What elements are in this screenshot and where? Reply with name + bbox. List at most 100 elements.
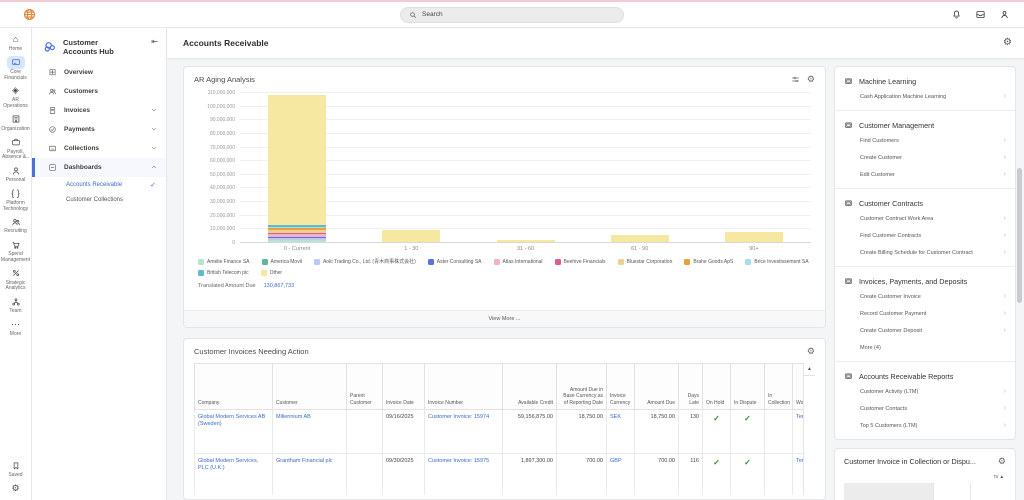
- task-link-create-billing-schedule-for-customer-contract[interactable]: Create Billing Schedule for Customer Con…: [844, 244, 1006, 261]
- task-link-find-customer-contracts[interactable]: Find Customer Contracts ›: [844, 227, 1006, 244]
- rail-item-home[interactable]: ⌂ Home: [0, 33, 31, 53]
- legend-item-beehive-financials[interactable]: Beehive Financials: [554, 258, 606, 265]
- segment-other[interactable]: [610, 234, 669, 242]
- column-header-in-dispute[interactable]: In Dispute: [730, 363, 765, 410]
- bottom-card-title: Customer Invoice in Collection or Dispu.…: [844, 457, 976, 466]
- legend-item-bluestar-corporation[interactable]: Bluestar Corporation: [617, 258, 672, 265]
- rail-item-organization[interactable]: Organization: [0, 113, 31, 133]
- segment-other[interactable]: [496, 240, 555, 242]
- column-header-invoice-date[interactable]: Invoice Date: [382, 363, 425, 410]
- cell-amount-due-in-base-c: 18,750.00: [556, 409, 607, 454]
- search-input[interactable]: Search: [400, 6, 624, 23]
- column-header-on-hold[interactable]: On Hold: [702, 363, 731, 410]
- viewport-scrollbar[interactable]: [1017, 28, 1023, 500]
- legend-item-aster-consulting-sa[interactable]: Aster Consulting SA: [427, 258, 482, 265]
- rail-item-ar-operations[interactable]: ◈ AR Operations: [0, 84, 31, 110]
- segment-am-lie-finance-sa[interactable]: [268, 240, 327, 242]
- sidebar-item-customers[interactable]: Customers: [32, 82, 166, 101]
- sidebar-item-overview[interactable]: ⊞ Overview: [32, 63, 166, 82]
- mini-table-sort-header[interactable]: To ▲: [994, 474, 1004, 479]
- task-link-find-customers[interactable]: Find Customers ›: [844, 132, 1006, 149]
- cell-link[interactable]: SEK: [610, 414, 621, 420]
- rail-item-payroll-absence[interactable]: Payroll, Absence &..: [0, 136, 31, 162]
- table-settings-gear-icon[interactable]: ⚙: [807, 347, 815, 356]
- task-monitor-icon: [844, 277, 853, 286]
- task-link-record-customer-payment[interactable]: Record Customer Payment ›: [844, 305, 1006, 322]
- inbox-icon[interactable]: [975, 9, 986, 20]
- bottom-card-gear-icon[interactable]: ⚙: [998, 457, 1006, 466]
- sidebar-item-payments[interactable]: Payments: [32, 120, 166, 139]
- column-header-available-credit[interactable]: Available Credit: [502, 363, 557, 410]
- sidebar-item-invoices[interactable]: Invoices: [32, 101, 166, 120]
- profile-icon[interactable]: [999, 9, 1010, 20]
- cell-link[interactable]: Customer Invoice: 15974: [428, 414, 489, 420]
- chart-settings-gear-icon[interactable]: ⚙: [807, 75, 815, 84]
- sidebar-subitem-accounts-receivable[interactable]: Accounts Receivable ✓: [32, 177, 166, 193]
- task-link-create-customer-invoice[interactable]: Create Customer Invoice ›: [844, 288, 1006, 305]
- legend-item-am-lie-finance-sa[interactable]: Amélie Finance SA: [198, 258, 250, 265]
- legend-item-other[interactable]: Other: [260, 270, 282, 276]
- rail-item-personal[interactable]: Personal: [0, 164, 31, 184]
- bar-0-current[interactable]: [268, 94, 327, 242]
- legend-item-british-telecom-plc[interactable]: British Telecom plc: [198, 270, 249, 276]
- task-link-customer-activity-ltm[interactable]: Customer Activity (LTM) ›: [844, 383, 1006, 400]
- collapse-sidebar-icon[interactable]: ⇤: [151, 38, 158, 46]
- task-link-cash-application-machine-learning[interactable]: Cash Application Machine Learning ›: [844, 88, 1006, 105]
- segment-other[interactable]: [382, 229, 441, 242]
- chart-filter-sliders-icon[interactable]: [791, 75, 800, 84]
- column-header-invoice-number[interactable]: Invoice Number: [424, 363, 503, 410]
- scrollbar-thumb[interactable]: [1017, 168, 1022, 303]
- column-header-invoice-currency[interactable]: Invoice Currency: [606, 363, 635, 410]
- task-link-edit-customer[interactable]: Edit Customer ›: [844, 166, 1006, 183]
- bar-1-30[interactable]: [382, 229, 441, 242]
- rail-item-saved[interactable]: Saved: [0, 459, 31, 479]
- view-more-button[interactable]: View More ...: [184, 310, 825, 327]
- translated-amount-due-value[interactable]: 130,867,733: [264, 283, 295, 289]
- rail-item-gear[interactable]: ⚙: [0, 482, 31, 495]
- rail-item-team[interactable]: Team: [0, 295, 31, 315]
- rail-item-core-financials[interactable]: Core Financials: [0, 55, 31, 82]
- rail-item-platform-technology[interactable]: { } Platform Technology: [0, 187, 31, 213]
- rail-item-more[interactable]: ⋯ More: [0, 318, 31, 338]
- column-header-amount-due[interactable]: Amount Due: [634, 363, 679, 410]
- task-link-top-5-customers-ltm[interactable]: Top 5 Customers (LTM) ›: [844, 417, 1006, 434]
- cell-link[interactable]: Millennium AB: [276, 414, 311, 420]
- bar-61-90[interactable]: [610, 234, 669, 242]
- legend-item-atlas-international[interactable]: Atlas International: [493, 258, 543, 265]
- column-header-customer[interactable]: Customer: [272, 363, 347, 410]
- rail-item-recruiting[interactable]: Recruiting: [0, 215, 31, 235]
- cell-link[interactable]: Customer Invoice: 15975: [428, 458, 489, 464]
- legend-item-brahe-goods-aps[interactable]: Brahe Goods ApS: [684, 258, 733, 265]
- column-header-in-collection[interactable]: In Collection: [764, 363, 793, 410]
- task-link-create-customer-deposit[interactable]: Create Customer Deposit ›: [844, 322, 1006, 339]
- table-scrollbar[interactable]: ▲: [803, 363, 815, 495]
- column-header-company[interactable]: Company: [194, 363, 273, 410]
- task-link-create-customer[interactable]: Create Customer ›: [844, 149, 1006, 166]
- column-header-parent-customer[interactable]: Parent Customer: [346, 363, 383, 410]
- task-link-customer-contacts[interactable]: Customer Contacts ›: [844, 400, 1006, 417]
- segment-other[interactable]: [268, 94, 327, 225]
- column-header-days-late[interactable]: Days Late: [678, 363, 703, 410]
- workday-globe-logo[interactable]: [22, 7, 37, 22]
- task-link-customer-contract-work-area[interactable]: Customer Contract Work Area ›: [844, 210, 1006, 227]
- sidebar-item-dashboards[interactable]: Dashboards: [32, 157, 166, 177]
- segment-other[interactable]: [724, 232, 783, 242]
- notifications-bell-icon[interactable]: [951, 9, 962, 20]
- column-header-amount-due-in-base-currency-as[interactable]: Amount Due in Base Currency as of Report…: [556, 363, 607, 410]
- cell-link[interactable]: Grantham Financial plc: [276, 458, 333, 464]
- cell-link[interactable]: Global Modern Services AB (Sweden): [198, 414, 265, 427]
- rail-item-spend-management[interactable]: Spend Management: [0, 238, 31, 264]
- rail-item-strategic-analytics[interactable]: Strategic Analytics: [0, 267, 31, 293]
- cell-link[interactable]: Global Modern Services, PLC (U.K.): [198, 458, 258, 471]
- table-scroll-up-icon[interactable]: ▲: [804, 363, 815, 376]
- legend-item-america-movil[interactable]: America Movil: [261, 258, 302, 265]
- sidebar-subitem-customer-collections[interactable]: Customer Collections: [32, 193, 166, 207]
- legend-item-brice-investissement-sa[interactable]: Brice Investissement SA: [745, 258, 809, 265]
- page-settings-gear-icon[interactable]: ⚙: [1003, 38, 1012, 48]
- cell-link[interactable]: GBP: [610, 458, 622, 464]
- bar-31-60[interactable]: [496, 240, 555, 242]
- task-link-more-4[interactable]: More (4): [844, 339, 1006, 356]
- legend-item-aoki-trading-co-ltd[interactable]: Aoki Trading Co., Ltd. (青木商事株式会社): [313, 258, 416, 265]
- bar-90[interactable]: [724, 232, 783, 242]
- sidebar-item-collections[interactable]: Collections: [32, 139, 166, 158]
